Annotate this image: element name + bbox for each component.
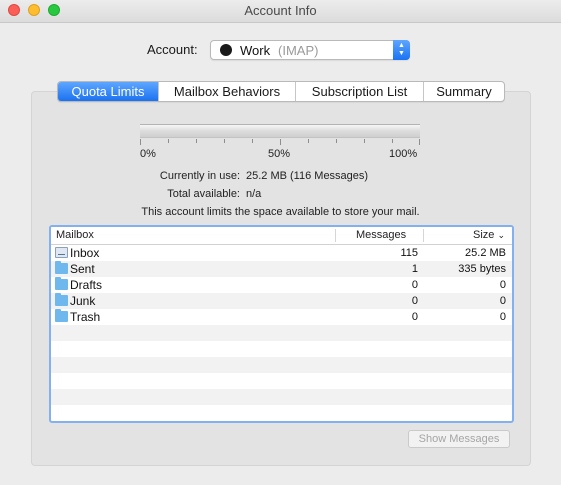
mailbox-table[interactable]: Mailbox Messages Size ⌄ Inbox 115 25.2 MB S… (49, 225, 514, 423)
tick-label-0: 0% (140, 148, 156, 160)
popup-stepper-icon: ▲ ▼ (393, 40, 410, 60)
column-header-messages[interactable]: Messages (356, 229, 406, 241)
tick-mark (364, 139, 365, 143)
tick-mark (419, 139, 420, 145)
column-header-size[interactable]: Size ⌄ (473, 229, 505, 241)
quota-notice: This account limits the space available … (141, 206, 420, 218)
tick-mark (224, 139, 225, 143)
tab-quota-limits[interactable]: Quota Limits (58, 82, 159, 101)
column-separator (335, 229, 336, 242)
table-row[interactable]: Trash 0 0 (51, 309, 512, 325)
column-header-mailbox[interactable]: Mailbox (56, 229, 94, 241)
table-header: Mailbox Messages Size ⌄ (51, 227, 512, 245)
empty-table-row (51, 357, 512, 373)
folder-icon (55, 309, 68, 322)
table-rows: Inbox 115 25.2 MB Sent 1 335 bytes Drafts 0 0 Jun… (51, 245, 512, 421)
table-row[interactable]: Sent 1 335 bytes (51, 261, 512, 277)
mailbox-name: Trash (70, 310, 101, 324)
empty-table-row (51, 373, 512, 389)
table-row[interactable]: Drafts 0 0 (51, 277, 512, 293)
table-row[interactable]: Inbox 115 25.2 MB (51, 245, 512, 261)
message-count: 115 (400, 247, 418, 259)
tick-mark (252, 139, 253, 143)
quota-scale-ticks (140, 139, 420, 145)
window-title: Account Info (244, 3, 317, 18)
inbox-icon (55, 247, 68, 258)
tick-mark (308, 139, 309, 143)
tab-mailbox-behaviors[interactable]: Mailbox Behaviors (159, 82, 296, 101)
tab-bar: Quota Limits Mailbox Behaviors Subscript… (57, 81, 505, 102)
column-header-size-label: Size (473, 229, 495, 241)
account-status-dot-icon (220, 44, 232, 56)
in-use-label: Currently in use: (159, 170, 240, 182)
tick-mark (392, 139, 393, 143)
account-type: (IMAP) (278, 43, 319, 58)
account-label: Account: (147, 42, 198, 57)
tab-summary[interactable]: Summary (424, 82, 504, 101)
table-row[interactable]: Junk 0 0 (51, 293, 512, 309)
mailbox-size: 25.2 MB (465, 247, 506, 259)
mailbox-name: Drafts (70, 278, 103, 292)
mailbox-size: 335 bytes (458, 263, 506, 275)
quota-usage-bar (140, 124, 420, 138)
total-available-value: n/a (246, 188, 262, 200)
sort-chevron-down-icon: ⌄ (497, 230, 506, 240)
account-popup[interactable]: Work (IMAP) ▲ ▼ (210, 40, 410, 60)
tick-label-100: 100% (389, 148, 418, 160)
show-messages-button[interactable]: Show Messages (408, 430, 510, 448)
account-name: Work (240, 43, 271, 58)
folder-icon (55, 261, 68, 274)
empty-table-row (51, 405, 512, 421)
empty-table-row (51, 389, 512, 405)
tab-subscription-list[interactable]: Subscription List (296, 82, 424, 101)
mailbox-size: 0 (499, 279, 506, 291)
mailbox-name: Inbox (70, 246, 100, 260)
tick-mark (280, 139, 281, 145)
mailbox-name: Sent (70, 262, 95, 276)
mailbox-name: Junk (70, 294, 96, 308)
tick-mark (140, 139, 141, 145)
column-separator (423, 229, 424, 242)
empty-table-row (51, 325, 512, 341)
empty-table-row (51, 341, 512, 357)
message-count: 1 (411, 263, 418, 275)
mailbox-size: 0 (499, 295, 506, 307)
folder-icon (55, 293, 68, 306)
message-count: 0 (411, 311, 418, 323)
folder-icon (55, 277, 68, 290)
mailbox-size: 0 (499, 311, 506, 323)
in-use-value: 25.2 MB (116 Messages) (246, 170, 369, 182)
tick-mark (168, 139, 169, 143)
total-available-label: Total available: (167, 188, 240, 200)
message-count: 0 (411, 279, 418, 291)
message-count: 0 (411, 295, 418, 307)
tick-mark (336, 139, 337, 143)
title-bar: Account Info (0, 0, 561, 23)
tick-mark (196, 139, 197, 143)
tick-label-50: 50% (268, 148, 291, 160)
